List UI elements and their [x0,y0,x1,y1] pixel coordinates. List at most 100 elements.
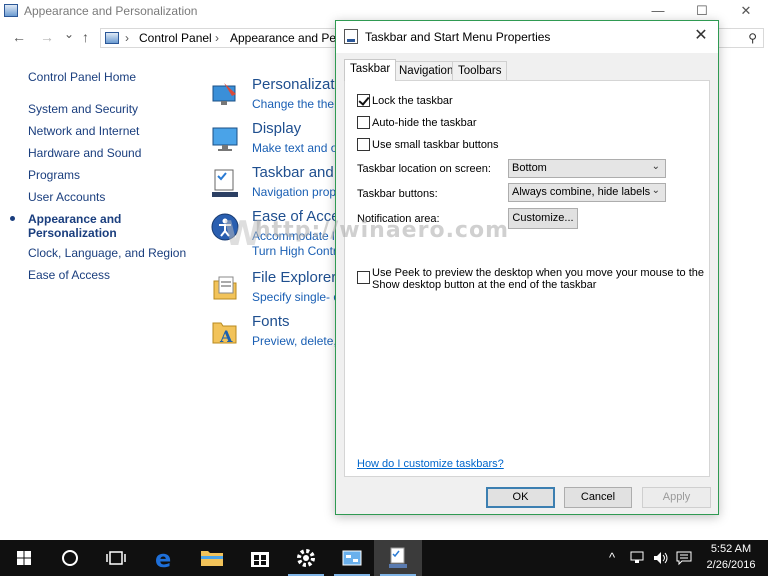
fonts-icon: A [212,322,237,346]
category-link[interactable]: Turn High Contr [252,244,335,258]
auto-hide-label[interactable]: Auto-hide the taskbar [372,117,477,129]
edge-button[interactable]: e [140,540,188,576]
dialog-titlebar: Taskbar and Start Menu Properties ✕ [336,21,718,53]
peek-label-line1[interactable]: Use Peek to preview the desktop when you… [372,267,704,279]
store-icon [251,552,269,567]
lock-taskbar-label[interactable]: Lock the taskbar [372,95,453,107]
control-panel-location-icon [105,32,119,44]
sidebar-item-programs[interactable]: Programs [28,168,80,182]
sidebar-item-appearance[interactable]: Appearance and [28,212,121,226]
network-icon[interactable] [630,550,646,566]
cortana-circle-icon [62,550,78,566]
task-view-button[interactable] [92,540,140,576]
sidebar-item-ease-of-access[interactable]: Ease of Access [28,268,110,282]
forward-arrow-icon[interactable]: → [40,29,54,45]
control-panel-button[interactable] [328,540,376,576]
category-link[interactable]: Navigation prop [252,185,335,199]
peek-label-line2[interactable]: Show desktop button at the end of the ta… [372,279,596,291]
help-link[interactable]: How do I customize taskbars? [357,458,504,470]
category-title[interactable]: Personalizati [252,76,335,93]
category-file-explorer[interactable]: File Explorer Specify single- o [210,269,340,313]
sidebar-item-appearance-line2[interactable]: Personalization [28,226,117,240]
settings-button[interactable] [282,540,330,576]
category-title[interactable]: File Explorer [252,269,335,286]
gear-icon [297,549,315,567]
sidebar-item-clock-language[interactable]: Clock, Language, and Region [28,246,186,260]
tab-navigation[interactable]: Navigation [393,61,460,81]
category-title[interactable]: Taskbar and [252,164,334,181]
control-panel-icon [342,550,362,566]
sidebar-item-network[interactable]: Network and Internet [28,124,139,138]
category-link[interactable]: Change the then [252,97,335,111]
volume-icon[interactable] [652,550,670,566]
category-display[interactable]: Display Make text and ot [210,120,340,164]
apply-button[interactable]: Apply [642,487,711,508]
cancel-button[interactable]: Cancel [564,487,632,508]
taskbar-location-select[interactable]: Bottom ⌄ [508,159,666,178]
recent-locations-chevron-icon[interactable]: ⌄ [64,27,74,41]
clock-date[interactable]: 2/26/2016 [700,559,762,571]
breadcrumb-separator-icon: › [215,31,219,45]
small-buttons-label[interactable]: Use small taskbar buttons [372,139,499,151]
sidebar-item-hardware[interactable]: Hardware and Sound [28,146,141,160]
tray-overflow-chevron-icon[interactable]: ^ [609,550,615,565]
address-box[interactable]: › Control Panel › Appearance and Pers [100,28,346,48]
peek-checkbox[interactable] [357,271,370,284]
close-button[interactable]: ✕ [724,0,768,24]
category-fonts[interactable]: A Fonts Preview, delete, c [210,313,340,357]
breadcrumb-control-panel[interactable]: Control Panel [139,31,212,45]
category-link[interactable]: Specify single- o [252,290,335,304]
customize-button[interactable]: Customize... [508,208,578,229]
taskbar-properties-icon [344,29,358,44]
current-item-bullet-icon [10,216,15,221]
store-button[interactable] [236,540,284,576]
display-icon [212,127,238,151]
tab-taskbar[interactable]: Taskbar [344,59,397,81]
category-title[interactable]: Fonts [252,313,290,330]
windows-logo-icon [17,551,31,565]
clock-time[interactable]: 5:52 AM [700,543,762,555]
breadcrumb-separator-icon: › [125,31,129,45]
small-buttons-checkbox[interactable] [357,138,370,151]
category-taskbar[interactable]: Taskbar and Navigation prop [210,164,340,208]
chevron-down-icon: ⌄ [651,185,660,196]
dialog-close-button[interactable]: ✕ [684,21,718,53]
taskbar-buttons-value: Always combine, hide labels [512,186,651,198]
sidebar-item-user-accounts[interactable]: User Accounts [28,190,105,204]
svg-text:A: A [219,327,233,346]
personalization-icon [212,83,236,105]
sidebar-item-home[interactable]: Control Panel Home [28,70,136,84]
back-arrow-icon[interactable]: ← [12,29,26,45]
svg-text:e: e [155,545,171,573]
tab-toolbars[interactable]: Toolbars [452,61,508,81]
task-view-icon [106,551,126,565]
folder-icon [201,551,223,566]
taskbar-icon [212,169,238,197]
start-button[interactable] [0,540,48,576]
control-panel-app-icon [4,4,18,17]
category-link[interactable]: Preview, delete, c [252,334,335,348]
auto-hide-checkbox[interactable] [357,116,370,129]
up-arrow-icon[interactable]: ↑ [82,29,89,45]
taskbar: e ^ 5:52 AM 2/26/2016 [0,540,768,576]
category-title[interactable]: Display [252,120,301,137]
sidebar-item-system-security[interactable]: System and Security [28,102,138,116]
location-label: Taskbar location on screen: [357,163,491,175]
control-panel-title: Appearance and Personalization [24,4,198,18]
action-center-icon[interactable] [676,550,692,566]
taskbar-buttons-label: Taskbar buttons: [357,188,438,200]
taskbar-location-value: Bottom [512,162,547,174]
search-input[interactable]: ⚲ [716,28,764,48]
lock-taskbar-checkbox[interactable] [357,94,370,107]
breadcrumb-appearance[interactable]: Appearance and Pers [230,31,346,45]
category-link[interactable]: Make text and ot [252,141,335,155]
ok-button[interactable]: OK [486,487,555,508]
file-explorer-button[interactable] [188,540,236,576]
taskbar-properties-dialog: Taskbar and Start Menu Properties ✕ Task… [335,20,719,515]
search-button[interactable] [46,540,94,576]
taskbar-buttons-select[interactable]: Always combine, hide labels ⌄ [508,183,666,202]
file-explorer-icon [213,276,237,300]
dialog-title: Taskbar and Start Menu Properties [365,30,551,44]
category-personalization[interactable]: Personalizati Change the then [210,76,340,120]
taskbar-properties-button[interactable] [374,540,422,576]
